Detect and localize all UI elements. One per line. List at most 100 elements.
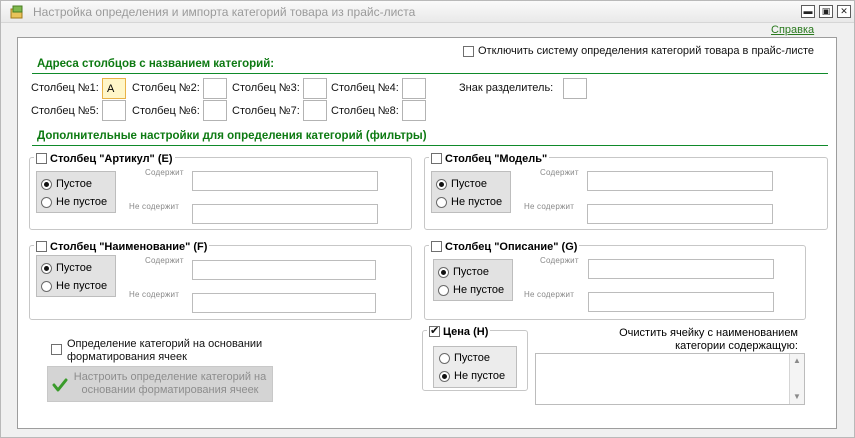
column-4-label: Столбец №4:	[331, 82, 399, 94]
clear-cell-scrollbar[interactable]: ▲ ▼	[789, 354, 804, 404]
model-radio-group: Пустое Не пустое	[431, 171, 511, 213]
name-radio-group: Пустое Не пустое	[36, 255, 116, 297]
group-article-title-wrap: Столбец "Артикул" (E)	[34, 151, 175, 165]
column-3-input[interactable]	[303, 78, 327, 99]
section-columns-divider	[32, 73, 828, 74]
column-3-label: Столбец №3:	[232, 82, 300, 94]
settings-window: Настройка определения и импорта категори…	[0, 0, 855, 438]
description-radio-empty[interactable]	[438, 267, 449, 278]
price-radio-empty[interactable]	[439, 353, 450, 364]
group-description: Столбец "Описание" (G) Пустое Не пустое …	[424, 239, 806, 320]
name-radio-empty-label: Пустое	[56, 262, 92, 274]
close-button[interactable]: ✕	[837, 5, 851, 18]
article-radio-group: Пустое Не пустое	[36, 171, 116, 213]
article-not-contains-input[interactable]	[192, 204, 378, 224]
description-not-contains-label: Не содержит	[524, 290, 575, 299]
group-article: Столбец "Артикул" (E) Пустое Не пустое С…	[29, 151, 412, 230]
configure-format-button[interactable]: Настроить определение категорий на основ…	[47, 366, 273, 402]
article-radio-not-empty-label: Не пустое	[56, 196, 108, 208]
name-not-contains-label: Не содержит	[129, 290, 180, 299]
separator-input[interactable]	[563, 78, 587, 99]
column-5-label: Столбец №5:	[31, 105, 99, 117]
disable-system-label: Отключить систему определения категорий …	[478, 45, 815, 57]
column-8-label: Столбец №8:	[331, 105, 399, 117]
scroll-up-icon[interactable]: ▲	[792, 356, 802, 366]
group-model: Столбец "Модель" Пустое Не пустое Содерж…	[424, 151, 828, 230]
column-1-label: Столбец №1:	[31, 82, 99, 94]
column-1-input[interactable]	[102, 78, 126, 99]
price-radio-not-empty[interactable]	[439, 371, 450, 382]
configure-format-button-label: Настроить определение категорий на основ…	[73, 371, 267, 396]
checkmark-icon	[52, 378, 68, 392]
description-title: Столбец "Описание" (G)	[445, 241, 578, 253]
model-radio-not-empty[interactable]	[436, 197, 447, 208]
group-price-title-wrap: Цена (H)	[427, 324, 491, 338]
section-filters-divider	[32, 145, 828, 146]
name-contains-input[interactable]	[192, 260, 376, 280]
format-detection-label: Определение категорий на основании форма…	[67, 338, 263, 363]
model-contains-input[interactable]	[587, 171, 773, 191]
column-5-input[interactable]	[102, 100, 126, 121]
article-contains-label: Содержит	[145, 168, 184, 177]
group-description-title-wrap: Столбец "Описание" (G)	[429, 239, 580, 253]
column-7-input[interactable]	[303, 100, 327, 121]
description-not-contains-input[interactable]	[588, 292, 774, 312]
price-radio-empty-label: Пустое	[454, 352, 490, 364]
model-contains-label: Содержит	[540, 168, 579, 177]
column-7-label: Столбец №7:	[232, 105, 300, 117]
model-title: Столбец "Модель"	[445, 153, 548, 165]
name-checkbox[interactable]	[36, 241, 47, 252]
price-checkbox[interactable]	[429, 324, 440, 337]
description-contains-input[interactable]	[588, 259, 774, 279]
column-6-input[interactable]	[203, 100, 227, 121]
separator-label: Знак разделитель:	[459, 82, 554, 94]
name-not-contains-input[interactable]	[192, 293, 376, 313]
name-radio-not-empty[interactable]	[41, 281, 52, 292]
group-price: Цена (H) Пустое Не пустое	[422, 324, 528, 391]
disable-system-checkbox[interactable]	[463, 46, 474, 57]
clear-cell-label: Очистить ячейку с наименованием категори…	[619, 327, 798, 352]
help-link[interactable]: Справка	[771, 24, 814, 36]
article-radio-not-empty[interactable]	[41, 197, 52, 208]
model-checkbox[interactable]	[431, 153, 442, 164]
model-radio-empty[interactable]	[436, 179, 447, 190]
article-title: Столбец "Артикул" (E)	[50, 153, 173, 165]
price-title: Цена (H)	[443, 326, 489, 338]
name-title: Столбец "Наименование" (F)	[50, 241, 208, 253]
name-radio-empty[interactable]	[41, 263, 52, 274]
section-filters-title: Дополнительные настройки для определения…	[37, 130, 427, 142]
section-columns-title: Адреса столбцов с названием категорий:	[37, 58, 275, 70]
app-icon	[10, 5, 23, 19]
model-radio-not-empty-label: Не пустое	[451, 196, 503, 208]
model-not-contains-label: Не содержит	[524, 202, 575, 211]
article-contains-input[interactable]	[192, 171, 378, 191]
description-radio-not-empty[interactable]	[438, 285, 449, 296]
article-radio-empty[interactable]	[41, 179, 52, 190]
price-radio-not-empty-label: Не пустое	[454, 370, 506, 382]
model-not-contains-input[interactable]	[587, 204, 773, 224]
group-model-title-wrap: Столбец "Модель"	[429, 151, 550, 165]
group-name-title-wrap: Столбец "Наименование" (F)	[34, 239, 210, 253]
column-4-input[interactable]	[402, 78, 426, 99]
description-radio-empty-label: Пустое	[453, 266, 489, 278]
article-checkbox[interactable]	[36, 153, 47, 164]
article-not-contains-label: Не содержит	[129, 202, 180, 211]
minimize-button[interactable]: ▬	[801, 5, 815, 18]
model-radio-empty-label: Пустое	[451, 178, 487, 190]
maximize-button[interactable]: ▣	[819, 5, 833, 18]
title-bar: Настройка определения и импорта категори…	[1, 1, 854, 23]
description-radio-not-empty-label: Не пустое	[453, 284, 505, 296]
format-detection-checkbox[interactable]	[51, 344, 62, 355]
scroll-down-icon[interactable]: ▼	[792, 392, 802, 402]
window-title: Настройка определения и импорта категори…	[33, 5, 416, 19]
description-contains-label: Содержит	[540, 256, 579, 265]
column-8-input[interactable]	[402, 100, 426, 121]
group-name: Столбец "Наименование" (F) Пустое Не пус…	[29, 239, 412, 320]
price-radio-group: Пустое Не пустое	[433, 346, 517, 388]
main-panel: Отключить систему определения категорий …	[17, 37, 837, 429]
clear-cell-textarea[interactable]: ▲ ▼	[535, 353, 805, 405]
column-2-input[interactable]	[203, 78, 227, 99]
description-radio-group: Пустое Не пустое	[433, 259, 513, 301]
description-checkbox[interactable]	[431, 241, 442, 252]
name-radio-not-empty-label: Не пустое	[56, 280, 108, 292]
